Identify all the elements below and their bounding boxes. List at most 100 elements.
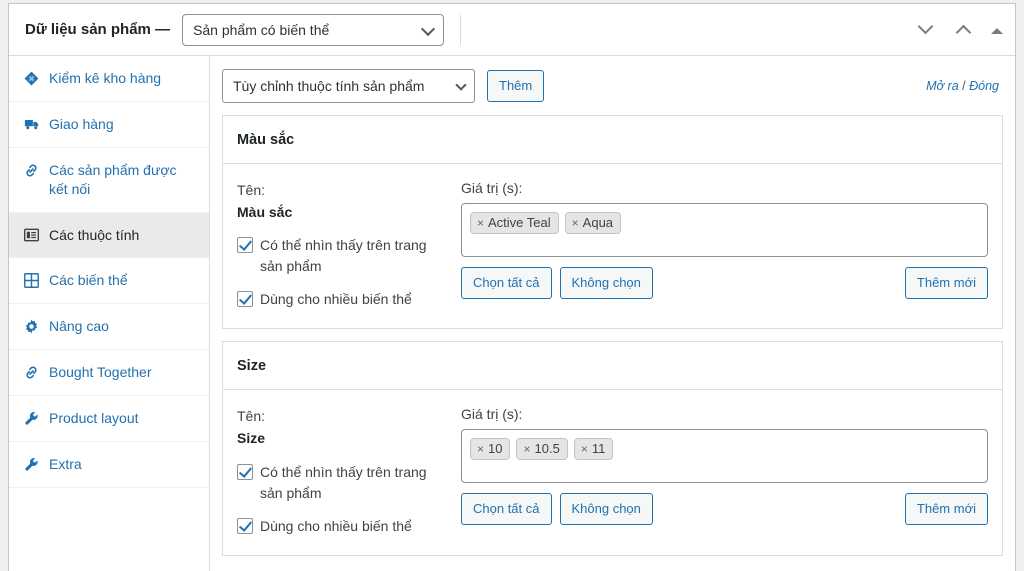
toggle-panel-icon[interactable] — [991, 27, 1003, 34]
attribute-name-value: Size — [237, 430, 266, 447]
attribute-name-label: Tên: — [237, 182, 266, 198]
attribute-content: Tên: Size Có thể nhìn thấy trên trang sả… — [223, 390, 1002, 554]
value-token[interactable]: × Active Teal — [470, 212, 559, 234]
attribute-type-value: Tùy chỉnh thuộc tính sản phẩm — [233, 78, 425, 94]
links-separator: / — [962, 79, 966, 93]
select-all-button[interactable]: Chọn tất cả — [461, 493, 552, 526]
sidebar-item-attributes[interactable]: Các thuộc tính — [9, 212, 209, 259]
sidebar-item-label: Product layout — [49, 410, 139, 427]
values-actions: Chọn tất cả Không chọn Thêm mới — [461, 267, 988, 299]
sidebar-item-bought-together[interactable]: Bought Together — [9, 350, 209, 397]
sidebar-item-product-layout[interactable]: Product layout — [9, 396, 209, 443]
value-token[interactable]: × 10 — [470, 438, 511, 461]
attributes-icon — [23, 227, 40, 244]
metabox-header: Dữ liệu sản phẩm — Sản phẩm có biến thể — [9, 4, 1015, 56]
expand-collapse-links: Mở ra / Đóng — [926, 79, 999, 93]
page-title: Dữ liệu sản phẩm — — [25, 21, 171, 38]
remove-token-icon[interactable]: × — [581, 443, 588, 455]
sidebar-item-label: Nâng cao — [49, 318, 109, 335]
attribute-right-column: Giá trị (s): × 10 × 10.5 × 11 Chọn tất c… — [461, 406, 988, 536]
sidebar-item-advanced[interactable]: Nâng cao — [9, 304, 209, 351]
remove-token-icon[interactable]: × — [572, 217, 579, 229]
add-new-value-button[interactable]: Thêm mới — [904, 493, 988, 526]
move-down-button[interactable] — [953, 18, 977, 42]
values-label: Giá trị (s): — [461, 406, 523, 423]
sidebar-item-label: Giao hàng — [49, 115, 114, 132]
visible-checkbox-row[interactable]: Có thể nhìn thấy trên trang sản phẩm — [237, 462, 447, 504]
visible-checkbox-label: Có thể nhìn thấy trên trang sản phẩm — [260, 237, 427, 275]
values-actions: Chọn tất cả Không chọn Thêm mới — [461, 493, 988, 526]
visible-checkbox[interactable] — [237, 463, 253, 480]
product-type-select[interactable]: Sản phẩm có biến thể — [182, 13, 445, 46]
add-new-value-button[interactable]: Thêm mới — [904, 267, 988, 299]
expand-all-link[interactable]: Mở ra — [926, 79, 959, 93]
sidebar-item-variations[interactable]: Các biến thể — [9, 258, 209, 305]
sidebar-item-extra[interactable]: Extra — [9, 442, 209, 488]
attribute-header[interactable]: Size — [223, 342, 1002, 391]
value-token[interactable]: × Aqua — [564, 212, 622, 234]
add-attribute-button[interactable]: Thêm — [487, 70, 545, 102]
header-divider — [460, 14, 462, 45]
chevron-down-icon — [455, 79, 467, 91]
attribute-name-label: Tên: — [237, 408, 266, 425]
attribute-header[interactable]: Màu sắc — [223, 116, 1002, 164]
select-none-button[interactable]: Không chọn — [559, 267, 653, 299]
visible-checkbox-row[interactable]: Có thể nhìn thấy trên trang sản phẩm — [237, 235, 447, 277]
gear-icon — [23, 318, 40, 335]
values-label: Giá trị (s): — [461, 180, 523, 196]
attribute-left-column: Tên: Size Có thể nhìn thấy trên trang sả… — [237, 406, 461, 536]
chevron-down-icon — [420, 21, 436, 36]
variations-checkbox-row[interactable]: Dùng cho nhiều biến thể — [237, 516, 447, 537]
metabox-body: Kiểm kê kho hàng Giao hàng Các sản phẩm … — [9, 56, 1015, 571]
move-up-button[interactable] — [915, 18, 939, 42]
attribute-left-column: Tên: Màu sắc Có thể nhìn thấy trên trang… — [237, 180, 461, 310]
attribute-values-input[interactable]: × 10 × 10.5 × 11 — [461, 429, 988, 484]
remove-token-icon[interactable]: × — [523, 443, 530, 455]
remove-token-icon[interactable]: × — [477, 443, 484, 455]
sidebar-item-label: Kiểm kê kho hàng — [49, 70, 162, 86]
value-token[interactable]: × 11 — [573, 438, 614, 461]
sidebar-item-label: Extra — [49, 456, 82, 473]
sidebar-item-label: Các biến thể — [49, 272, 128, 289]
inventory-icon — [23, 70, 40, 87]
product-data-metabox: Dữ liệu sản phẩm — Sản phẩm có biến thể — [8, 3, 1016, 571]
product-data-tabs: Kiểm kê kho hàng Giao hàng Các sản phẩm … — [9, 56, 210, 571]
product-type-value: Sản phẩm có biến thể — [193, 21, 330, 38]
grid-icon — [23, 272, 40, 289]
variations-checkbox-row[interactable]: Dùng cho nhiều biến thể — [237, 289, 447, 310]
value-token-label: Active Teal — [488, 215, 551, 230]
attributes-panel: Tùy chỉnh thuộc tính sản phẩm Thêm Mở ra… — [210, 56, 1015, 571]
value-token-label: 10.5 — [534, 441, 560, 457]
attribute-name-value: Màu sắc — [237, 203, 293, 220]
sidebar-item-linked-products[interactable]: Các sản phẩm được kết nối — [9, 148, 209, 213]
value-token[interactable]: × 10.5 — [516, 438, 568, 461]
sidebar-item-label: Các thuộc tính — [49, 226, 140, 243]
sidebar-item-inventory[interactable]: Kiểm kê kho hàng — [9, 56, 209, 102]
shipping-truck-icon — [23, 116, 40, 133]
chevron-down-icon — [955, 24, 972, 41]
attribute-values-input[interactable]: × Active Teal × Aqua — [461, 203, 988, 257]
value-token-label: 11 — [591, 441, 606, 457]
sidebar-item-shipping[interactable]: Giao hàng — [9, 102, 209, 148]
variations-checkbox-label: Dùng cho nhiều biến thể — [260, 517, 412, 534]
attribute-panel: Size Tên: Size Có thể nhìn thấy trên tra… — [222, 341, 1003, 556]
wrench-icon — [23, 456, 40, 473]
variations-checkbox[interactable] — [237, 291, 253, 308]
sidebar-item-label: Các sản phẩm được kết nối — [49, 161, 177, 197]
attribute-panel: Màu sắc Tên: Màu sắc Có thể nhìn thấy tr… — [222, 115, 1003, 330]
select-all-button[interactable]: Chọn tất cả — [461, 267, 552, 299]
wrench-icon — [23, 410, 40, 427]
metabox-header-actions — [915, 4, 1003, 56]
attribute-type-select[interactable]: Tùy chỉnh thuộc tính sản phẩm — [222, 69, 475, 103]
link-icon — [23, 162, 40, 179]
sidebar-item-label: Bought Together — [49, 364, 152, 381]
attributes-toolbar: Tùy chỉnh thuộc tính sản phẩm Thêm Mở ra… — [222, 68, 1003, 104]
visible-checkbox[interactable] — [237, 237, 253, 254]
remove-token-icon[interactable]: × — [477, 217, 484, 229]
variations-checkbox[interactable] — [237, 517, 253, 534]
select-none-button[interactable]: Không chọn — [559, 493, 653, 526]
chevron-up-icon — [917, 18, 934, 35]
collapse-all-link[interactable]: Đóng — [969, 79, 999, 93]
link-icon — [23, 364, 40, 381]
attribute-right-column: Giá trị (s): × Active Teal × Aqua Chọn t… — [461, 180, 988, 310]
